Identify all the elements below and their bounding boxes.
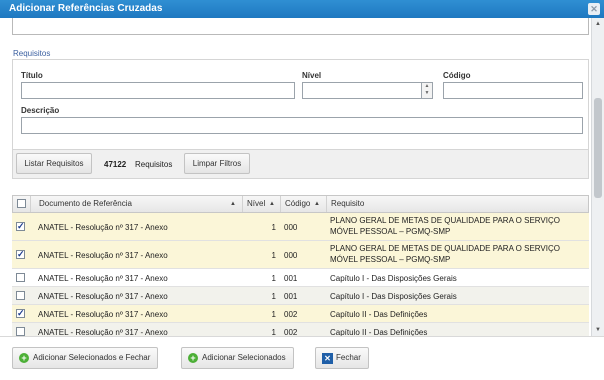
- requisitos-count: 47122: [104, 160, 127, 169]
- cell-codigo: 001: [284, 292, 298, 301]
- cell-nivel: 1: [271, 292, 276, 301]
- scroll-thumb[interactable]: [594, 98, 602, 198]
- close-button[interactable]: ✕ Fechar: [315, 347, 369, 369]
- plus-icon: +: [19, 353, 29, 363]
- cell-documento: ANATEL - Resolução nº 317 - Anexo: [38, 223, 168, 232]
- cell-codigo: 002: [284, 310, 298, 319]
- table-row[interactable]: ✓ ANATEL - Resolução nº 317 - Anexo 1 000 PL…: [12, 213, 589, 241]
- cell-requisito: PLANO GERAL DE METAS DE QUALIDADE PARA O…: [330, 244, 560, 253]
- codigo-label: Código: [443, 71, 471, 80]
- close-icon: ✕: [322, 353, 333, 364]
- codigo-input[interactable]: [443, 82, 583, 99]
- requisitos-count-label: Requisitos: [135, 160, 173, 169]
- row-checkbox[interactable]: ✓: [16, 250, 25, 259]
- row-checkbox[interactable]: [16, 291, 25, 300]
- cell-documento: ANATEL - Resolução nº 317 - Anexo: [38, 292, 168, 301]
- add-selected-button[interactable]: + Adicionar Selecionados: [181, 347, 294, 369]
- cell-nivel: 1: [271, 328, 276, 336]
- cell-requisito: Capítulo II - Das Definições: [330, 310, 428, 319]
- cell-documento: ANATEL - Resolução nº 317 - Anexo: [38, 328, 168, 336]
- header-select-all-cell: [13, 196, 31, 212]
- cell-codigo: 000: [284, 251, 298, 260]
- table-row[interactable]: ✓ ANATEL - Resolução nº 317 - Anexo 1 000 PL…: [12, 241, 589, 269]
- sort-asc-icon: ▲: [269, 201, 275, 207]
- row-checkbox[interactable]: [16, 273, 25, 282]
- cell-codigo: 002: [284, 328, 298, 336]
- descricao-input[interactable]: [21, 117, 583, 134]
- limpar-filtros-button[interactable]: Limpar Filtros: [184, 153, 250, 174]
- header-nivel[interactable]: Nível ▲: [243, 196, 281, 212]
- cell-codigo: 000: [284, 223, 298, 232]
- spin-down-icon[interactable]: ▼: [422, 90, 432, 97]
- cell-documento: ANATEL - Resolução nº 317 - Anexo: [38, 274, 168, 283]
- cell-nivel: 1: [271, 223, 276, 232]
- row-checkbox[interactable]: ✓: [16, 309, 25, 318]
- cell-requisito: PLANO GERAL DE METAS DE QUALIDADE PARA O…: [330, 216, 560, 225]
- sort-asc-icon: ▲: [314, 201, 320, 207]
- nivel-spinner[interactable]: ▲ ▼: [422, 82, 433, 99]
- dialog-footer: + Adicionar Selecionados e Fechar + Adic…: [0, 336, 604, 380]
- table-header: Documento de Referência ▲ Nível ▲ Código…: [12, 195, 589, 213]
- header-documento[interactable]: Documento de Referência ▲: [31, 196, 243, 212]
- cell-requisito: MÓVEL PESSOAL – PGMQ-SMP: [330, 227, 451, 236]
- table-row[interactable]: ✓ ANATEL - Resolução nº 317 - Anexo 1 002 Ca…: [12, 305, 589, 323]
- row-checkbox[interactable]: ✓: [16, 222, 25, 231]
- cell-nivel: 1: [271, 251, 276, 260]
- cell-nivel: 1: [271, 274, 276, 283]
- cell-requisito: Capítulo I - Das Disposições Gerais: [330, 292, 457, 301]
- scroll-up-icon[interactable]: ▲: [593, 19, 603, 29]
- cell-requisito: MÓVEL PESSOAL – PGMQ-SMP: [330, 255, 451, 264]
- plus-icon: +: [188, 353, 198, 363]
- select-all-checkbox[interactable]: [17, 199, 26, 208]
- requisitos-toolbar: Listar Requisitos 47122 Requisitos Limpa…: [12, 149, 589, 179]
- table-row[interactable]: ANATEL - Resolução nº 317 - Anexo 1 001 Cap…: [12, 287, 589, 305]
- row-checkbox[interactable]: [16, 327, 25, 336]
- nivel-label: Nível: [302, 71, 322, 80]
- cell-requisito: Capítulo I - Das Disposições Gerais: [330, 274, 457, 283]
- window-titlebar: Adicionar Referências Cruzadas ✕: [0, 0, 604, 18]
- titulo-label: Título: [21, 71, 43, 80]
- top-panel: [12, 18, 589, 35]
- cell-documento: ANATEL - Resolução nº 317 - Anexo: [38, 310, 168, 319]
- table-row[interactable]: ANATEL - Resolução nº 317 - Anexo 1 001 Cap…: [12, 269, 589, 287]
- descricao-label: Descrição: [21, 106, 60, 115]
- scroll-down-icon[interactable]: ▼: [593, 325, 603, 335]
- cell-documento: ANATEL - Resolução nº 317 - Anexo: [38, 251, 168, 260]
- table-row[interactable]: ANATEL - Resolução nº 317 - Anexo 1 002 Cap…: [12, 323, 589, 336]
- add-selected-and-close-button[interactable]: + Adicionar Selecionados e Fechar: [12, 347, 159, 369]
- cell-codigo: 001: [284, 274, 298, 283]
- nivel-input[interactable]: [302, 82, 422, 99]
- cell-requisito: Capítulo II - Das Definições: [330, 328, 428, 336]
- sort-asc-icon: ▲: [230, 201, 236, 207]
- section-title-requisitos: Requisitos: [13, 49, 51, 58]
- close-icon[interactable]: ✕: [588, 3, 600, 15]
- header-codigo[interactable]: Código ▲: [281, 196, 327, 212]
- spin-up-icon[interactable]: ▲: [422, 83, 432, 90]
- dialog-content: Requisitos Título Nível ▲ ▼ Código Descr…: [0, 18, 591, 336]
- listar-requisitos-button[interactable]: Listar Requisitos: [16, 153, 92, 174]
- header-requisito[interactable]: Requisito: [327, 196, 588, 212]
- requisitos-filter-panel: Título Nível ▲ ▼ Código Descrição: [12, 59, 589, 155]
- cell-nivel: 1: [271, 310, 276, 319]
- vertical-scrollbar[interactable]: ▲ ▼: [591, 18, 604, 336]
- titulo-input[interactable]: [21, 82, 295, 99]
- window-title: Adicionar Referências Cruzadas: [9, 3, 163, 14]
